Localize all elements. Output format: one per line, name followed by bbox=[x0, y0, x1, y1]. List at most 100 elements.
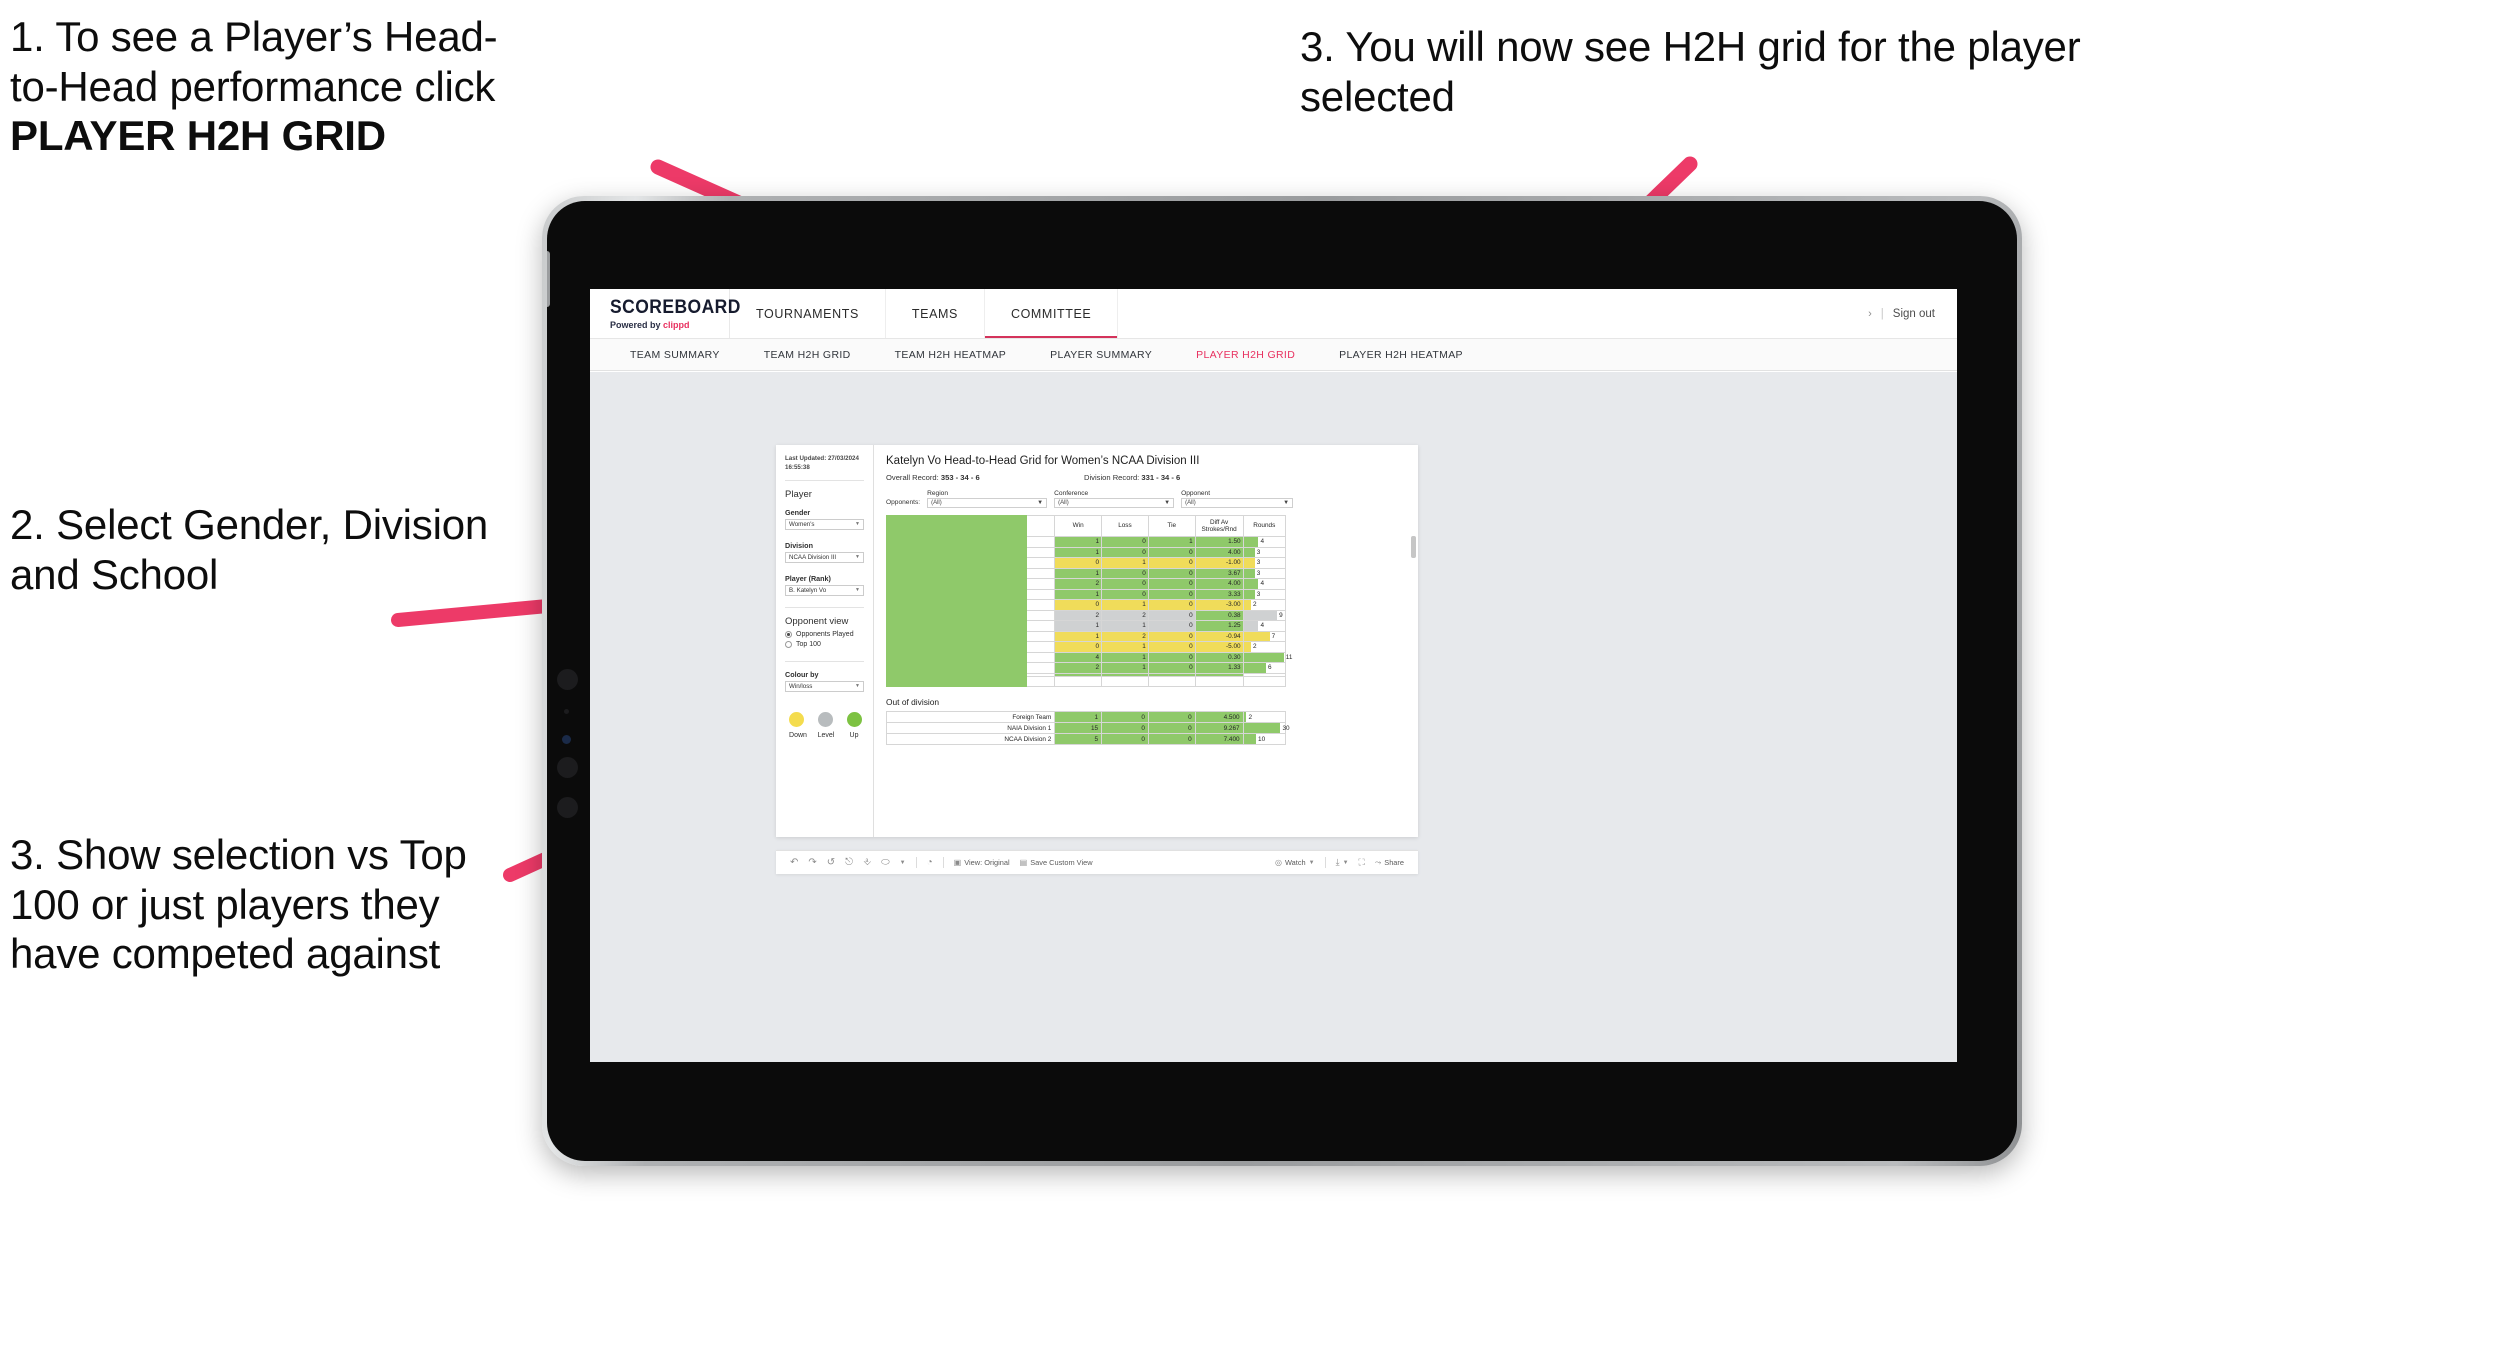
subnav-item-player-h2h-grid[interactable]: PLAYER H2H GRID bbox=[1174, 349, 1317, 361]
col-head-diff[interactable]: Diff Av Strokes/Rnd bbox=[1194, 515, 1244, 537]
opponent-select[interactable]: (All) ▼ bbox=[1181, 498, 1294, 508]
radio-top-100-label: Top 100 bbox=[796, 640, 821, 648]
subnav-item-team-summary[interactable]: TEAM SUMMARY bbox=[608, 349, 742, 361]
download-button[interactable]: ⤓ ▼ bbox=[1336, 858, 1349, 867]
player-rank-select[interactable]: B. Katelyn Vo ▼ bbox=[785, 584, 864, 596]
cell-diff: 1.33 bbox=[1194, 662, 1244, 674]
rounds-bar bbox=[1243, 652, 1284, 662]
brand-tagline-clippd: clippd bbox=[663, 320, 690, 330]
division-record-label: Division Record: bbox=[1084, 473, 1142, 482]
topnav-item-teams[interactable]: TEAMS bbox=[886, 289, 985, 338]
chevron-down-icon[interactable]: ▼ bbox=[900, 860, 906, 866]
cell-tie: 0 bbox=[1147, 599, 1196, 611]
clock-icon[interactable]: ◔ bbox=[927, 857, 933, 868]
radio-opponents-played[interactable]: Opponents Played bbox=[785, 630, 864, 638]
tablet-power-button[interactable] bbox=[547, 251, 550, 307]
topnav-item-tournaments[interactable]: TOURNAMENTS bbox=[730, 289, 886, 338]
rounds-bar bbox=[1243, 621, 1259, 631]
cell-rounds: 3 bbox=[1242, 557, 1287, 569]
table-row[interactable]: NAIA Division 1 15 0 0 9.267 30 bbox=[885, 722, 1290, 734]
cell-tie: 0 bbox=[1147, 620, 1196, 632]
chevron-down-icon: ▼ bbox=[1283, 500, 1290, 506]
grid-vertical-scrollbar[interactable] bbox=[1411, 536, 1416, 558]
col-head-win[interactable]: Win bbox=[1054, 515, 1103, 537]
player-rank-value: B. Katelyn Vo bbox=[789, 586, 827, 594]
chevron-down-icon: ▼ bbox=[855, 587, 860, 594]
table-row[interactable]: NCAA Division 2 5 0 0 7.400 10 bbox=[885, 733, 1287, 745]
radio-opponents-played-label: Opponents Played bbox=[796, 630, 854, 638]
cell-tie: 0 bbox=[1147, 567, 1196, 579]
chevron-right-icon[interactable]: › bbox=[1868, 308, 1872, 320]
chevron-down-icon: ▼ bbox=[1164, 500, 1171, 506]
cell-tie: 0 bbox=[1147, 641, 1196, 653]
cell-tie: 0 bbox=[1147, 630, 1196, 642]
cell-rounds: 11 bbox=[1242, 651, 1292, 663]
cell-diff: 4.00 bbox=[1194, 546, 1244, 558]
colour-by-select[interactable]: Win/loss ▼ bbox=[785, 680, 864, 692]
legend-dot-up bbox=[847, 711, 862, 727]
viz-main-area: Katelyn Vo Head-to-Head Grid for Women’s… bbox=[874, 445, 1418, 837]
table-row[interactable]: Foreign Team 1 0 0 4.500 2 bbox=[885, 711, 1287, 723]
gender-label: Gender bbox=[785, 507, 811, 517]
rounds-value: 3 bbox=[1256, 590, 1261, 598]
rounds-bar bbox=[1243, 558, 1255, 568]
subnav-item-team-h2h-heatmap[interactable]: TEAM H2H HEATMAP bbox=[873, 349, 1029, 361]
rounds-bar bbox=[1243, 610, 1278, 620]
subnav-item-team-h2h-grid[interactable]: TEAM H2H GRID bbox=[742, 349, 873, 361]
share-button[interactable]: ⤳ Share bbox=[1375, 858, 1404, 867]
col-head-rounds[interactable]: Rounds bbox=[1242, 515, 1287, 537]
radio-top-100[interactable]: Top 100 bbox=[785, 640, 864, 648]
tablet-speaker-hole-2 bbox=[557, 757, 578, 778]
opponent-filters-row: Opponents: Region (All) ▼ Conference (Al… bbox=[886, 490, 1408, 508]
revert-icon[interactable]: ↺ bbox=[827, 857, 835, 868]
pause-updates-icon[interactable]: ⎀ bbox=[863, 857, 871, 868]
opponent-value: (All) bbox=[1185, 500, 1196, 506]
cell-win: 1 bbox=[1054, 620, 1103, 632]
opponent-filter-group: Opponent (All) ▼ bbox=[1181, 490, 1294, 508]
brand-tagline: Powered by clippd bbox=[610, 320, 729, 330]
cell-loss: 0 bbox=[1101, 588, 1149, 600]
brand-logo[interactable]: SCOREBOARD Powered by clippd bbox=[590, 289, 740, 338]
topnav-item-committee[interactable]: COMMITTEE bbox=[985, 289, 1119, 338]
rounds-bar bbox=[1243, 537, 1259, 547]
dashboard-canvas: Last Updated: 27/03/2024 16:55:38 Player… bbox=[590, 372, 1957, 1062]
region-select[interactable]: (All) ▼ bbox=[927, 498, 1048, 508]
subnav-item-player-h2h-heatmap[interactable]: PLAYER H2H HEATMAP bbox=[1317, 349, 1485, 361]
app-header: SCOREBOARD Powered by clippd TOURNAMENTS… bbox=[590, 289, 1957, 339]
rounds-value: 3 bbox=[1256, 548, 1261, 556]
col-head-tie[interactable]: Tie bbox=[1147, 515, 1196, 537]
cell-diff: 4.500 bbox=[1194, 711, 1244, 723]
cell-loss: 0 bbox=[1101, 536, 1149, 548]
save-view-icon: ▤ bbox=[1019, 857, 1028, 867]
colour-legend-labels: Down Level Up bbox=[785, 732, 864, 739]
sub-navigation: TEAM SUMMARY TEAM H2H GRID TEAM H2H HEAT… bbox=[590, 339, 1957, 371]
header-right-group: › | Sign out bbox=[1868, 289, 1957, 338]
gender-select[interactable]: Women's ▼ bbox=[785, 518, 864, 530]
overall-record-value: 353 - 34 - 6 bbox=[940, 473, 980, 482]
sign-out-link[interactable]: Sign out bbox=[1893, 308, 1935, 320]
cell-win: 1 bbox=[1054, 567, 1103, 579]
cell-loss: 0 bbox=[1101, 722, 1149, 734]
view-icon: ▣ bbox=[953, 857, 962, 867]
conference-select[interactable]: (All) ▼ bbox=[1054, 498, 1175, 508]
fullscreen-icon[interactable]: ⛶ bbox=[1359, 858, 1365, 867]
cell-diff: 7.400 bbox=[1194, 733, 1244, 745]
redo-icon[interactable]: ↷ bbox=[808, 857, 816, 868]
undo-icon[interactable]: ↶ bbox=[790, 857, 798, 868]
highlight-icon[interactable]: ⬭ bbox=[881, 857, 890, 868]
view-original-button[interactable]: ▣ View: Original bbox=[954, 858, 1010, 867]
cell-loss: 0 bbox=[1101, 711, 1149, 723]
watch-button[interactable]: ◎ Watch ▼ bbox=[1275, 858, 1315, 867]
subnav-item-player-summary[interactable]: PLAYER SUMMARY bbox=[1028, 349, 1174, 361]
out-of-division-body: Foreign Team 1 0 0 4.500 2 NAIA Division 1 15 0 0… bbox=[885, 711, 1290, 745]
rounds-value: 3 bbox=[1256, 559, 1261, 567]
col-head-loss[interactable]: Loss bbox=[1101, 515, 1149, 537]
save-custom-view-button[interactable]: ▤ Save Custom View bbox=[1020, 858, 1093, 867]
rounds-bar bbox=[1243, 734, 1257, 744]
chevron-down-icon: ▼ bbox=[855, 521, 860, 528]
refresh-data-icon[interactable]: ⎋ bbox=[845, 857, 853, 868]
division-select[interactable]: NCAA Division III ▼ bbox=[785, 551, 864, 563]
opponents-label: Opponents: bbox=[886, 499, 921, 506]
cell-diff: -1.00 bbox=[1194, 557, 1244, 569]
rounds-value: 6 bbox=[1267, 664, 1272, 672]
